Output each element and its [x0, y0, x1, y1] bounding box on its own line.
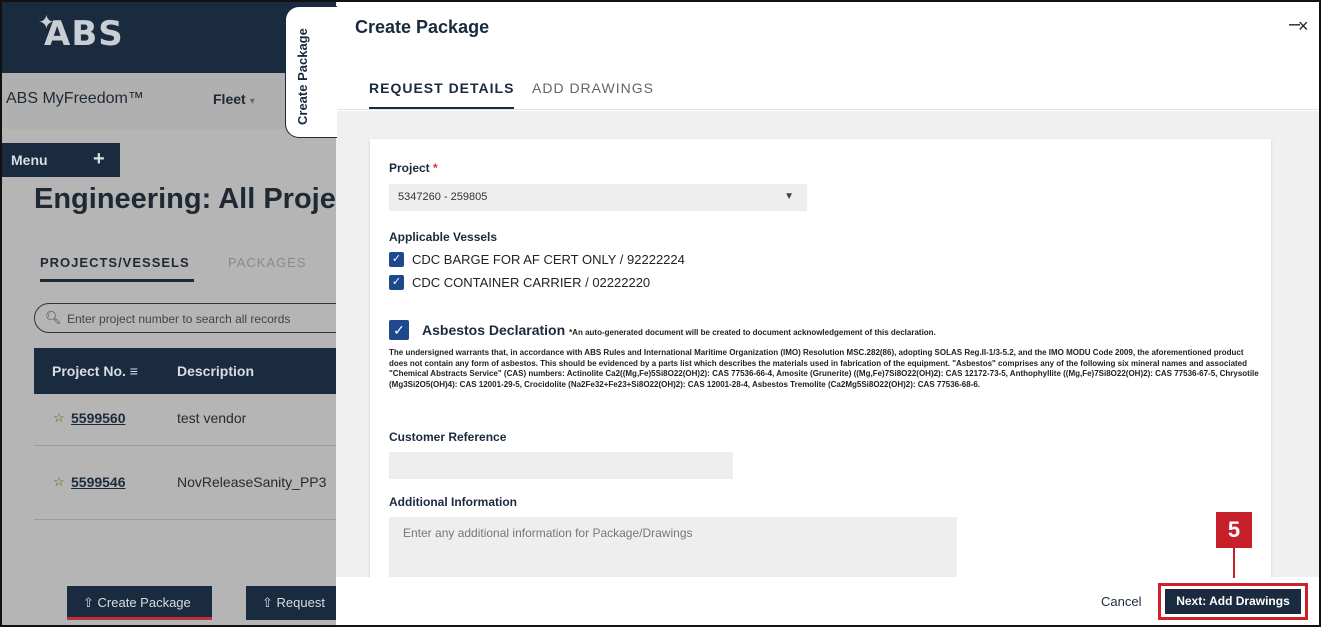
cancel-button[interactable]: Cancel — [1101, 594, 1141, 609]
upload-icon: ⇧ — [83, 595, 94, 610]
project-label: Project * — [389, 161, 438, 175]
project-selected-value: 5347260 - 259805 — [398, 191, 488, 203]
panel-tabs: REQUEST DETAILS ADD DRAWINGS — [336, 70, 1321, 110]
chevron-down-icon: ▾ — [249, 96, 255, 107]
menu-bar[interactable]: Menu + — [0, 143, 120, 177]
customer-reference-label: Customer Reference — [389, 430, 507, 444]
column-description: Description — [177, 363, 255, 379]
additional-information-label: Additional Information — [389, 495, 517, 509]
table-row[interactable]: ☆ 5599546 NovReleaseSanity_PP3 — [34, 446, 336, 520]
asbestos-declaration-checkbox[interactable]: ✓ — [389, 320, 409, 340]
brand-name: ABS MyFreedom™ — [6, 90, 144, 107]
search-placeholder: Enter project number to search all recor… — [67, 312, 291, 326]
asbestos-declaration-title: Asbestos Declaration *An auto-generated … — [422, 322, 936, 338]
page-title: Engineering: All Proje — [34, 183, 336, 215]
step-number-badge: 5 — [1216, 512, 1252, 548]
asbestos-note: *An auto-generated document will be crea… — [569, 328, 936, 337]
table-header: Project No. ≡ Description — [34, 348, 336, 394]
tab-projects-vessels[interactable]: PROJECTS/VESSELS — [40, 255, 190, 270]
side-tab-label: Create Package — [295, 28, 310, 125]
upload-icon: ⇧ — [262, 595, 273, 610]
create-package-button[interactable]: ⇧ Create Package — [67, 586, 212, 620]
additional-information-textarea[interactable]: Enter any additional information for Pac… — [389, 517, 957, 577]
project-link[interactable]: 5599546 — [71, 474, 126, 490]
applicable-vessels-label: Applicable Vessels — [389, 230, 498, 244]
filter-icon[interactable]: ≡ — [130, 363, 138, 379]
search-icon: 🔍︎ — [45, 310, 62, 325]
star-icon[interactable]: ☆ — [53, 410, 65, 426]
request-button[interactable]: ⇧ Request — [246, 586, 336, 620]
menu-label: Menu — [11, 152, 48, 168]
textarea-placeholder: Enter any additional information for Pac… — [403, 526, 693, 540]
vessel-checkbox[interactable]: ✓ — [389, 252, 404, 267]
tab-request-details[interactable]: REQUEST DETAILS — [369, 80, 515, 109]
project-link[interactable]: 5599560 — [71, 410, 126, 426]
vessel-label: CDC CONTAINER CARRIER / 02222220 — [412, 275, 651, 290]
search-input[interactable]: 🔍︎ Enter project number to search all re… — [34, 303, 336, 333]
create-package-side-tab[interactable]: Create Package — [285, 6, 337, 138]
close-icon[interactable]: × — [1298, 16, 1309, 37]
customer-reference-input[interactable] — [389, 452, 733, 479]
column-project-no[interactable]: Project No. ≡ — [52, 363, 138, 379]
vessel-label: CDC BARGE FOR AF CERT ONLY / 92222224 — [412, 252, 685, 267]
create-package-panel: Create Package – × REQUEST DETAILS ADD D… — [336, 0, 1321, 627]
asbestos-declaration-text: The undersigned warrants that, in accord… — [389, 348, 1259, 389]
request-form-card: Project * 5347260 - 259805 ▼ Applicable … — [370, 139, 1271, 577]
row-description: NovReleaseSanity_PP3 — [177, 474, 327, 490]
form-scroll-area[interactable]: Project * 5347260 - 259805 ▼ Applicable … — [336, 111, 1321, 577]
panel-title: Create Package — [355, 17, 490, 37]
callout-line — [1233, 548, 1235, 578]
highlight-box: Next: Add Drawings — [1158, 583, 1308, 620]
tab-packages[interactable]: PACKAGES — [228, 255, 307, 270]
vessel-checkbox[interactable]: ✓ — [389, 275, 404, 290]
active-tab-underline — [40, 279, 194, 282]
plus-icon[interactable]: + — [93, 148, 105, 171]
panel-footer: Cancel Next: Add Drawings — [336, 577, 1321, 627]
dropdown-arrow-icon: ▼ — [784, 191, 794, 202]
project-select[interactable]: 5347260 - 259805 ▼ — [389, 184, 807, 211]
abs-logo: ABS — [44, 14, 124, 54]
next-add-drawings-button[interactable]: Next: Add Drawings — [1165, 589, 1301, 614]
table-row[interactable]: ☆ 5599560 test vendor — [34, 394, 336, 446]
tab-add-drawings[interactable]: ADD DRAWINGS — [532, 80, 654, 96]
fleet-menu[interactable]: Fleet ▾ — [213, 91, 255, 107]
star-icon[interactable]: ☆ — [53, 474, 65, 490]
row-description: test vendor — [177, 410, 247, 426]
